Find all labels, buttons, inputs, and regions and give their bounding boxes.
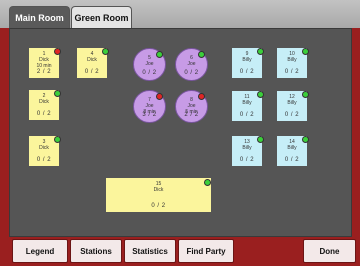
- table-11[interactable]: 11 Billy 0 / 2: [231, 90, 264, 122]
- table-10[interactable]: 10 Billy 0 / 2: [276, 47, 309, 79]
- table-server: Billy: [287, 145, 297, 151]
- table-occupancy: 2 / 2: [36, 69, 52, 75]
- table-server: Billy: [242, 57, 252, 63]
- status-dot-available-icon: [54, 90, 61, 97]
- table-occupancy: 0 / 2: [142, 70, 157, 76]
- status-dot-available-icon: [257, 136, 264, 143]
- table-6[interactable]: 6 Joe 0 / 2: [175, 48, 208, 81]
- table-server: Joe: [145, 61, 154, 67]
- floor-plan: 1 Dick 10 min 2 / 2 2 Dick 0 / 2 3 Dick …: [9, 28, 352, 237]
- tab-main-room[interactable]: Main Room: [9, 6, 70, 28]
- table-server: Billy: [287, 57, 297, 63]
- table-server: Dick: [87, 57, 97, 63]
- table-occupancy: 2 / 2: [184, 112, 199, 118]
- table-occupancy: 0 / 2: [36, 157, 52, 163]
- table-2[interactable]: 2 Dick 0 / 2: [28, 89, 61, 121]
- table-occupancy: 0 / 2: [36, 111, 52, 117]
- table-9[interactable]: 9 Billy 0 / 2: [231, 47, 264, 79]
- find-party-button[interactable]: Find Party: [178, 239, 234, 263]
- tab-green-room[interactable]: Green Room: [71, 6, 132, 28]
- status-dot-available-icon: [102, 48, 109, 55]
- table-occupancy: 0 / 2: [239, 112, 255, 118]
- table-occupancy: 0 / 2: [184, 70, 199, 76]
- room-tab-bar: Main Room Green Room: [0, 0, 360, 28]
- table-3[interactable]: 3 Dick 0 / 2: [28, 135, 61, 167]
- stations-button[interactable]: Stations: [70, 239, 122, 263]
- statistics-button[interactable]: Statistics: [124, 239, 176, 263]
- status-dot-available-icon: [257, 91, 264, 98]
- table-4[interactable]: 4 Dick 0 / 2: [76, 47, 109, 79]
- table-occupancy: 3 / 2: [142, 112, 157, 118]
- table-13[interactable]: 13 Billy 0 / 2: [231, 135, 264, 167]
- table-14[interactable]: 14 Billy 0 / 2: [276, 135, 309, 167]
- status-dot-available-icon: [54, 136, 61, 143]
- legend-button[interactable]: Legend: [12, 239, 68, 263]
- table-server: Billy: [242, 100, 252, 106]
- table-occupancy: 0 / 2: [84, 69, 100, 75]
- table-12[interactable]: 12 Billy 0 / 2: [276, 90, 309, 122]
- table-1[interactable]: 1 Dick 10 min 2 / 2: [28, 47, 61, 79]
- status-dot-available-icon: [302, 48, 309, 55]
- table-occupancy: 0 / 2: [151, 203, 166, 209]
- table-occupancy: 0 / 2: [239, 157, 255, 163]
- status-dot-available-icon: [302, 91, 309, 98]
- table-server: Billy: [242, 145, 252, 151]
- table-server: Dick: [39, 99, 49, 105]
- status-dot-occupied-icon: [198, 93, 205, 100]
- status-dot-available-icon: [156, 51, 163, 58]
- table-15[interactable]: 15 Dick 0 / 2: [105, 177, 212, 213]
- table-8[interactable]: 8 Joe 5 min 2 / 2: [175, 90, 208, 123]
- status-dot-available-icon: [198, 51, 205, 58]
- table-server: Billy: [287, 100, 297, 106]
- table-occupancy: 0 / 2: [284, 157, 300, 163]
- table-5[interactable]: 5 Joe 0 / 2: [133, 48, 166, 81]
- table-server: Joe: [187, 61, 196, 67]
- table-7[interactable]: 7 Joe 8 min 3 / 2: [133, 90, 166, 123]
- status-dot-available-icon: [204, 179, 211, 186]
- table-occupancy: 0 / 2: [284, 112, 300, 118]
- table-server: Dick: [39, 145, 49, 151]
- table-occupancy: 0 / 2: [239, 69, 255, 75]
- status-dot-occupied-icon: [156, 93, 163, 100]
- done-button[interactable]: Done: [303, 239, 356, 263]
- status-dot-available-icon: [257, 48, 264, 55]
- table-occupancy: 0 / 2: [284, 69, 300, 75]
- status-dot-available-icon: [302, 136, 309, 143]
- table-server: Dick: [153, 187, 164, 193]
- status-dot-occupied-icon: [54, 48, 61, 55]
